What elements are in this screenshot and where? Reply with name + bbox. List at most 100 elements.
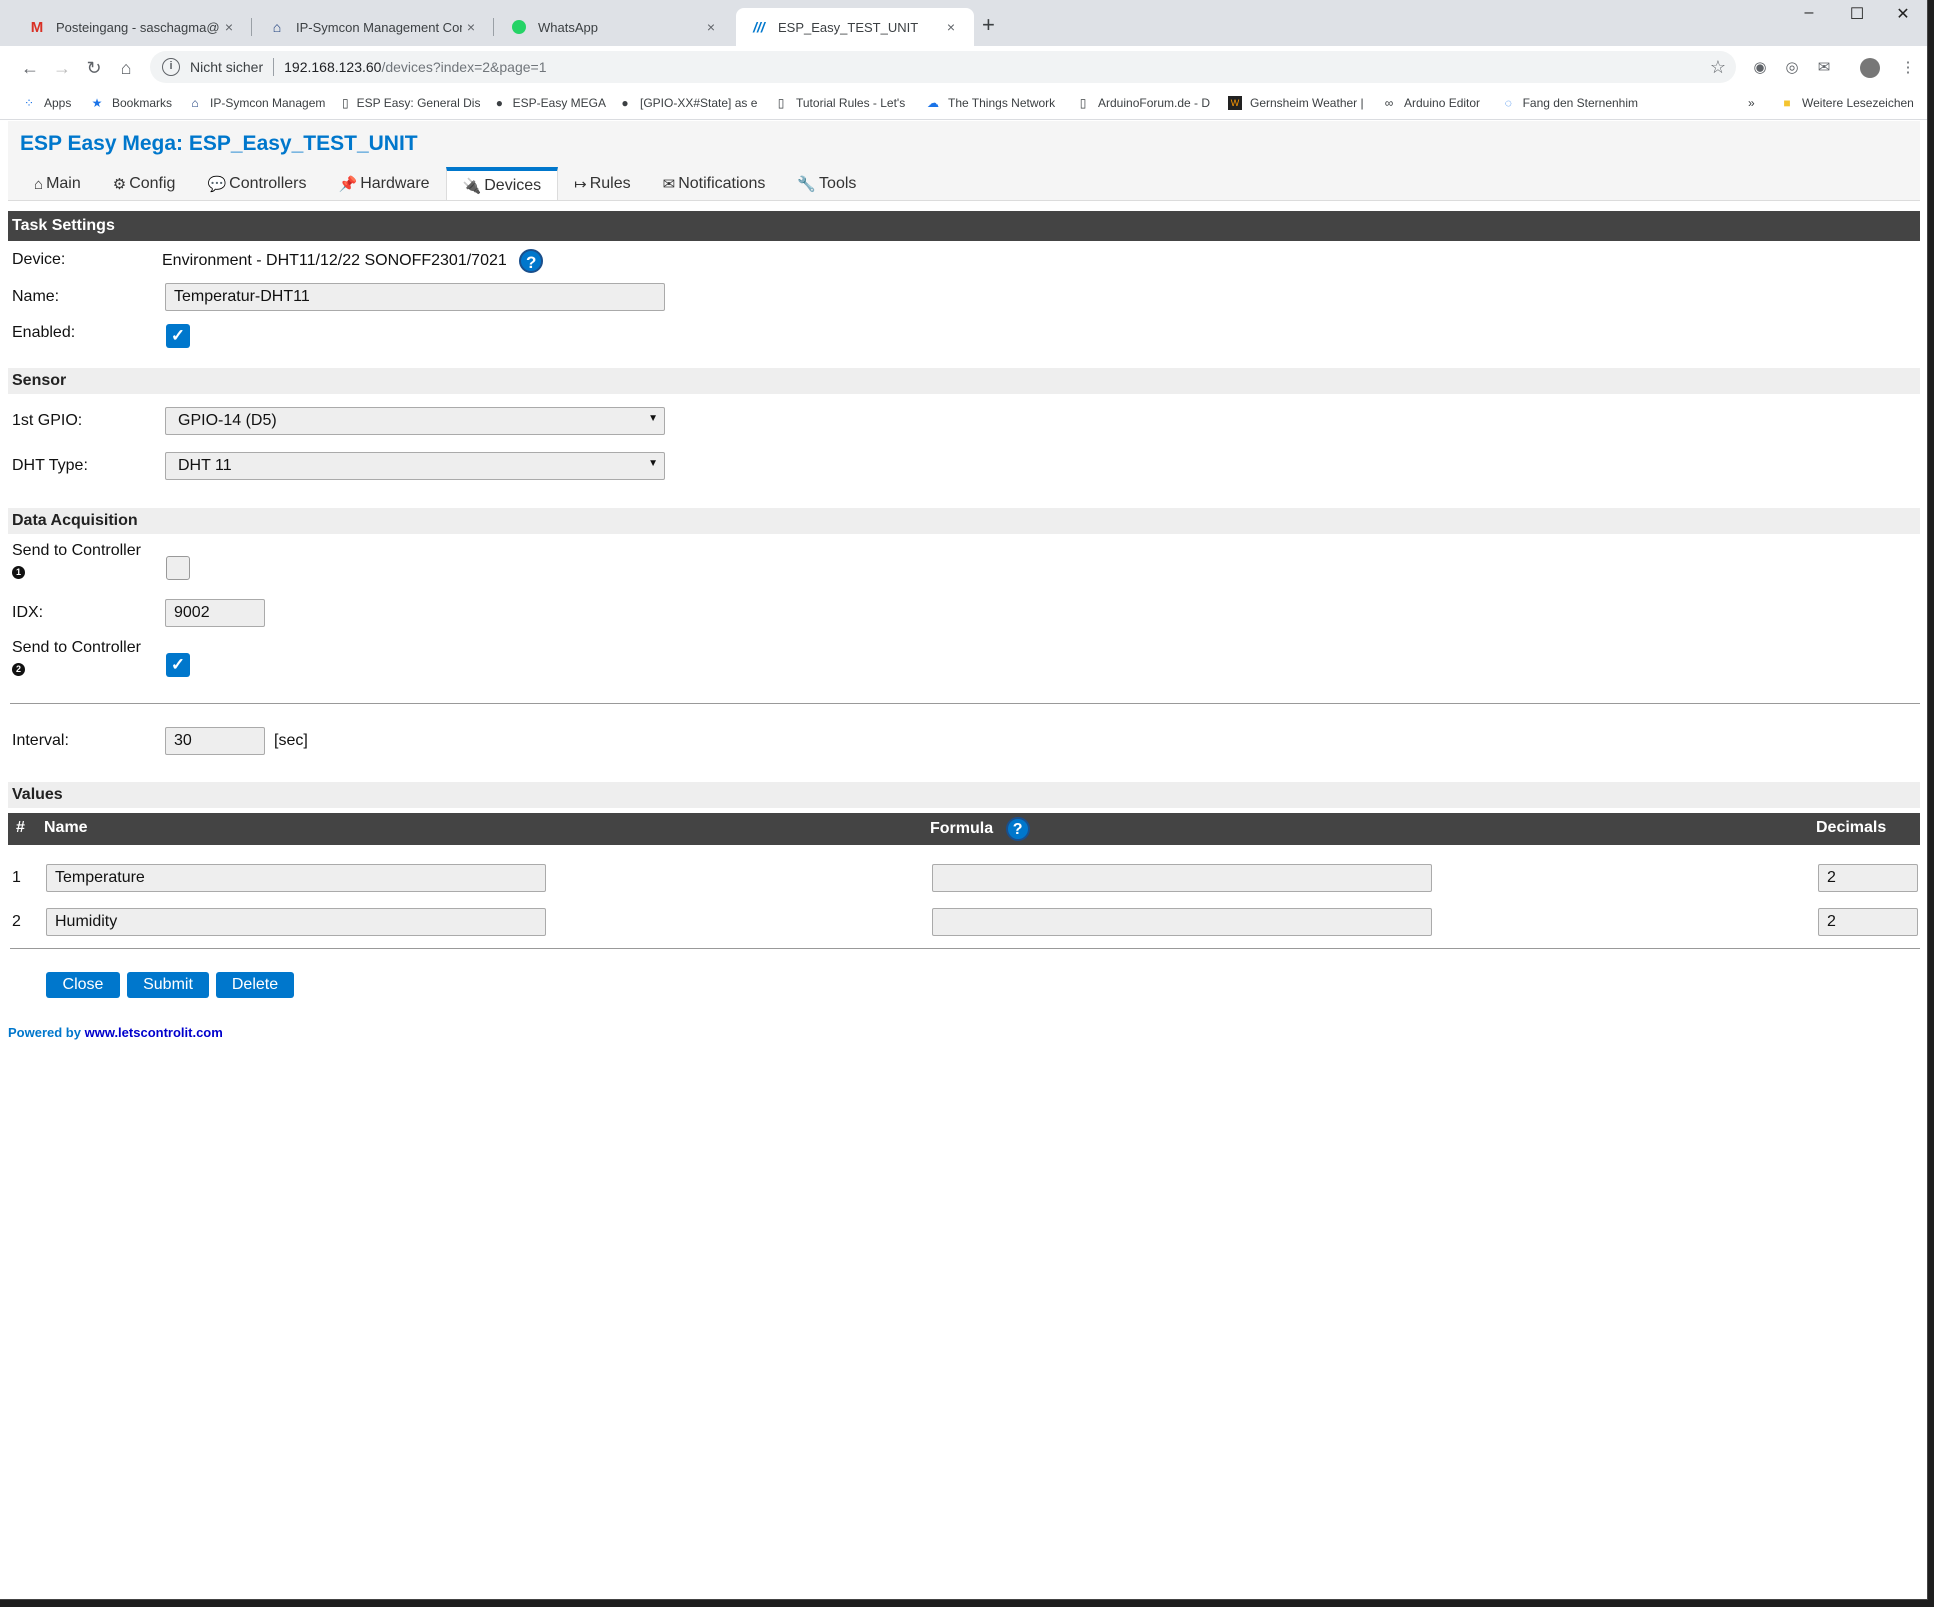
bookmark-item[interactable]: W Gernsheim Weather | <box>1228 96 1366 110</box>
formula-input[interactable] <box>932 864 1432 892</box>
tab-whatsapp[interactable]: WhatsApp × <box>496 8 734 46</box>
delete-button[interactable]: Delete <box>216 972 294 998</box>
send-controller-1-checkbox[interactable] <box>166 556 190 580</box>
bookmark-item[interactable]: ● [GPIO-XX#State] as e <box>618 96 758 110</box>
home-icon: ⌂ <box>272 19 282 35</box>
back-icon[interactable]: ← <box>18 56 42 80</box>
avatar[interactable] <box>1858 56 1882 80</box>
value-name-input[interactable]: Humidity <box>46 908 546 936</box>
tab-hardware[interactable]: 📌 Hardware <box>323 167 446 201</box>
idx-input[interactable]: 9002 <box>165 599 265 627</box>
bookmark-item[interactable]: ● ESP-Easy MEGA <box>494 96 606 110</box>
arduino-icon: ∞ <box>1384 96 1394 110</box>
submit-button[interactable]: Submit <box>127 972 209 998</box>
send-label-text: Send to Controller <box>12 542 141 559</box>
send-label-text: Send to Controller <box>12 639 141 656</box>
bookmark-label: [GPIO-XX#State] as e <box>640 96 758 110</box>
minimize-icon[interactable]: – <box>1786 4 1832 22</box>
help-icon[interactable]: ? <box>519 249 544 273</box>
info-icon[interactable]: i <box>162 58 180 76</box>
bookmark-item[interactable]: ◌ Fang den Sternenhim <box>1502 96 1638 110</box>
divider <box>10 703 1920 704</box>
menu-label: Main <box>46 175 81 192</box>
badge-2: 2 <box>12 663 25 676</box>
tab-title: WhatsApp <box>538 19 598 35</box>
extension-icon[interactable]: ◉ <box>1748 56 1772 80</box>
tab-controllers[interactable]: 💬 Controllers <box>191 167 322 201</box>
bookmark-item[interactable]: ▯ ArduinoForum.de - D <box>1076 96 1212 110</box>
new-tab-button[interactable]: + <box>982 12 995 38</box>
interval-unit: [sec] <box>274 732 308 749</box>
decimals-input[interactable]: 2 <box>1818 908 1918 936</box>
gear-icon: ⚙ <box>112 176 127 193</box>
bookmark-item[interactable]: ★ Bookmarks <box>90 96 180 110</box>
bookmark-label: IP-Symcon Managem <box>210 96 326 110</box>
close-icon[interactable]: × <box>462 19 480 35</box>
dht-type-select[interactable]: DHT 11 ▼ <box>165 452 665 480</box>
cloud-icon: ☁ <box>927 96 939 110</box>
dropdown-arrow-icon: ▼ <box>648 458 658 469</box>
window-close-icon[interactable]: ✕ <box>1880 4 1926 24</box>
home-icon[interactable]: ⌂ <box>114 56 138 80</box>
help-icon[interactable]: ? <box>1005 817 1030 841</box>
tab-main[interactable]: ⌂ Main <box>18 167 97 201</box>
interval-input[interactable]: 30 <box>165 727 265 755</box>
tab-config[interactable]: ⚙ Config <box>97 167 192 201</box>
tab-tools[interactable]: 🔧 Tools <box>781 167 872 201</box>
tab-esp-easy[interactable]: /// ESP_Easy_TEST_UNIT × <box>736 8 974 46</box>
bookmark-item[interactable]: ☁ The Things Network <box>926 96 1060 110</box>
menu-icon[interactable]: ⋮ <box>1896 56 1920 80</box>
menu-label: Notifications <box>678 175 766 192</box>
device-label: Device: <box>12 251 66 268</box>
more-bookmarks-button[interactable]: » <box>1748 96 1755 110</box>
value-name-input[interactable]: Temperature <box>46 864 546 892</box>
bookmark-item[interactable]: ▯ ESP Easy: General Dis <box>342 96 480 110</box>
main-menu: ⌂ Main ⚙ Config 💬 Controllers 📌 Hardware… <box>18 167 872 201</box>
star-icon: ★ <box>91 96 103 110</box>
tab-notifications[interactable]: ✉ Notifications <box>647 167 782 201</box>
formula-input[interactable] <box>932 908 1432 936</box>
address-bar[interactable]: i Nicht sicher 192.168.123.60 /devices?i… <box>150 51 1736 83</box>
gpio-select[interactable]: GPIO-14 (D5) ▼ <box>165 407 665 435</box>
github-icon: ● <box>621 96 629 110</box>
divider <box>8 200 1920 201</box>
mail-icon[interactable]: ✉ <box>1812 56 1836 80</box>
bookmarks-bar: ⁘ Apps ★ Bookmarks ⌂ IP-Symcon Managem ▯… <box>0 90 1927 120</box>
page-content: ESP Easy Mega: ESP_Easy_TEST_UNIT ⌂ Main… <box>8 121 1920 1599</box>
decimals-input[interactable]: 2 <box>1818 864 1918 892</box>
tab-rules[interactable]: ↦ Rules <box>558 167 646 201</box>
page-icon: ▯ <box>1079 96 1087 110</box>
letscontrolit-link[interactable]: www.letscontrolit.com <box>85 1025 223 1040</box>
menu-label: Rules <box>589 175 631 192</box>
idx-label: IDX: <box>12 604 44 621</box>
tab-devices[interactable]: 🔌 Devices <box>445 167 559 201</box>
esp-icon: /// <box>753 19 765 35</box>
security-label: Nicht sicher <box>190 59 264 75</box>
menu-label: Devices <box>484 177 542 194</box>
close-icon[interactable]: × <box>942 19 960 35</box>
tab-gmail[interactable]: M Posteingang - saschagma@goog × <box>14 8 252 46</box>
device-name: Environment - DHT11/12/22 SONOFF2301/702… <box>162 252 507 270</box>
maximize-icon[interactable]: ☐ <box>1834 4 1880 24</box>
close-icon[interactable]: × <box>702 19 720 35</box>
reload-icon[interactable]: ↻ <box>82 56 106 80</box>
tab-title: ESP_Easy_TEST_UNIT <box>778 19 919 35</box>
forward-icon[interactable]: → <box>50 56 74 80</box>
other-bookmarks[interactable]: ■ Weitere Lesezeichen <box>1780 96 1920 110</box>
section-task-settings: Task Settings <box>8 211 1920 241</box>
extension-icon[interactable]: ◎ <box>1780 56 1804 80</box>
row-number: 2 <box>12 913 21 930</box>
enabled-checkbox[interactable]: ✓ <box>166 324 190 348</box>
bookmark-star-icon[interactable]: ☆ <box>1710 57 1726 78</box>
bookmark-item[interactable]: ⌂ IP-Symcon Managem <box>188 96 326 110</box>
bookmark-item[interactable]: ⁘ Apps <box>22 96 82 110</box>
close-button[interactable]: Close <box>46 972 120 998</box>
close-icon[interactable]: × <box>220 19 238 35</box>
name-input[interactable]: Temperatur-DHT11 <box>165 283 665 311</box>
bookmark-item[interactable]: ▯ Tutorial Rules - Let's <box>774 96 910 110</box>
send-controller-2-checkbox[interactable]: ✓ <box>166 653 190 677</box>
page-title: ESP Easy Mega: ESP_Easy_TEST_UNIT <box>20 132 418 155</box>
bookmark-item[interactable]: ∞ Arduino Editor <box>1382 96 1496 110</box>
gpio-selected-value: GPIO-14 (D5) <box>178 412 277 429</box>
tab-ip-symcon[interactable]: ⌂ IP-Symcon Management Console × <box>254 8 494 46</box>
